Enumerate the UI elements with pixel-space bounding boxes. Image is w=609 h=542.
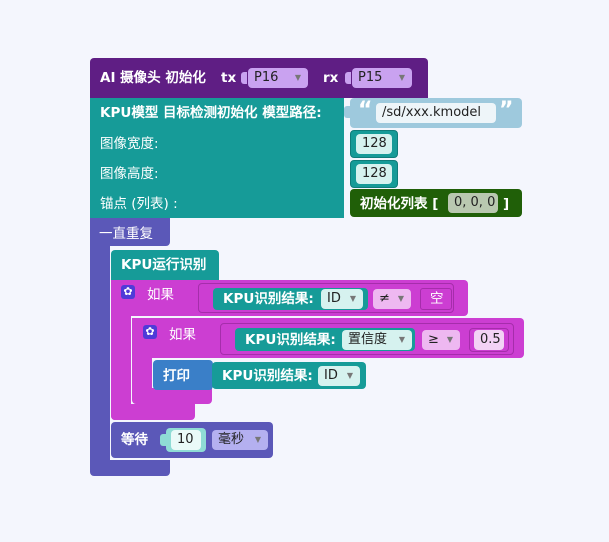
list-values-value: 0, 0, 0 xyxy=(454,195,496,210)
kpu-result-label: KPU识别结果: xyxy=(245,332,336,348)
forever-loop-label: 一直重复 xyxy=(99,226,153,242)
compare-operator-dropdown[interactable]: ≥ ▼ xyxy=(422,330,460,350)
chevron-down-icon: ▼ xyxy=(346,371,353,380)
image-width-input[interactable]: 128 xyxy=(356,134,392,154)
forever-loop-arm xyxy=(90,218,110,472)
compare-operator-dropdown[interactable]: ≠ ▼ xyxy=(373,289,411,309)
rx-pin-value: P15 xyxy=(358,70,383,85)
tx-pin-dropdown[interactable]: P16 ▼ xyxy=(248,68,308,88)
image-height-input[interactable]: 128 xyxy=(356,164,392,184)
chevron-down-icon: ▼ xyxy=(397,294,404,303)
chevron-down-icon: ▼ xyxy=(254,435,261,444)
close-quote-icon: ” xyxy=(499,98,514,123)
tx-input-socket xyxy=(241,72,247,84)
list-init-label: 初始化列表 [ xyxy=(360,196,439,212)
chevron-down-icon: ▼ xyxy=(294,73,301,82)
image-width-value: 128 xyxy=(362,136,387,151)
forever-loop-bottom xyxy=(90,460,170,476)
null-value-label: 空 xyxy=(430,291,444,307)
kpu-result-field-value: ID xyxy=(327,291,341,306)
if-inner-bottom xyxy=(132,388,212,404)
rx-pin-dropdown[interactable]: P15 ▼ xyxy=(352,68,412,88)
kpu-result-field-dropdown[interactable]: ID ▼ xyxy=(318,366,360,386)
compare-operator-value: ≠ xyxy=(379,291,390,306)
wait-label: 等待 xyxy=(121,432,148,448)
if-outer-bottom xyxy=(111,404,195,420)
kpu-init-label: KPU模型 目标检测初始化 模型路径: xyxy=(100,105,322,121)
ai-camera-init-label: AI 摄像头 初始化 xyxy=(100,70,206,86)
kpu-result-field-value: 置信度 xyxy=(348,332,388,347)
image-height-value: 128 xyxy=(362,166,387,181)
kpu-result-label: KPU识别结果: xyxy=(223,291,314,307)
if-inner-label: 如果 xyxy=(169,327,196,343)
time-unit-dropdown[interactable]: 毫秒 ▼ xyxy=(212,430,268,450)
threshold-value: 0.5 xyxy=(480,332,501,347)
chevron-down-icon: ▼ xyxy=(349,294,356,303)
rx-input-socket xyxy=(345,72,351,84)
compare-operator-value: ≥ xyxy=(428,332,439,347)
kpu-result-label: KPU识别结果: xyxy=(222,368,313,384)
image-width-label: 图像宽度: xyxy=(100,136,159,152)
gear-icon[interactable]: ✿ xyxy=(143,325,157,339)
chevron-down-icon: ▼ xyxy=(446,335,453,344)
list-close-bracket: ] xyxy=(503,196,510,212)
wait-duration-input[interactable]: 10 xyxy=(171,430,201,450)
anchor-list-label: 锚点 (列表) : xyxy=(100,196,178,212)
chevron-down-icon: ▼ xyxy=(398,335,405,344)
kpu-result-field-dropdown[interactable]: 置信度 ▼ xyxy=(342,330,412,350)
model-path-value: /sd/xxx.kmodel xyxy=(382,105,482,120)
chevron-down-icon: ▼ xyxy=(398,73,405,82)
kpu-result-field-value: ID xyxy=(324,368,338,383)
kpu-result-field-dropdown[interactable]: ID ▼ xyxy=(321,289,363,309)
image-height-label: 图像高度: xyxy=(100,166,159,182)
tx-label: tx xyxy=(221,70,237,86)
list-values-input[interactable]: 0, 0, 0 xyxy=(448,193,498,213)
model-path-input[interactable]: /sd/xxx.kmodel xyxy=(376,103,496,123)
open-quote-icon: “ xyxy=(358,98,373,123)
if-outer-label: 如果 xyxy=(147,287,174,303)
threshold-input[interactable]: 0.5 xyxy=(474,330,504,350)
if-outer-arm xyxy=(111,280,131,420)
tx-pin-value: P16 xyxy=(254,70,279,85)
time-unit-value: 毫秒 xyxy=(218,432,245,447)
wait-duration-value: 10 xyxy=(177,432,194,447)
blocks-workspace: 一直重复 AI 摄像头 初始化 tx P16 ▼ rx P15 ▼ KPU模型 目标… xyxy=(0,0,609,542)
kpu-run-label: KPU运行识别 xyxy=(121,257,207,273)
rx-label: rx xyxy=(323,70,339,86)
gear-icon[interactable]: ✿ xyxy=(121,285,135,299)
print-label: 打印 xyxy=(163,368,190,384)
